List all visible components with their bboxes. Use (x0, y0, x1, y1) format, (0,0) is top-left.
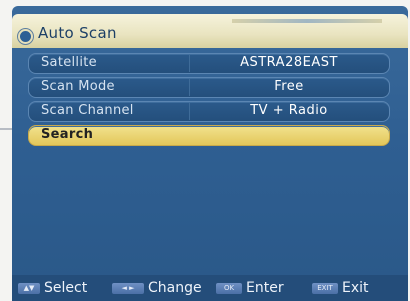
scan-mode-row[interactable]: Scan Mode Free (28, 77, 390, 98)
hint-enter: OK Enter (216, 279, 284, 297)
hint-exit: EXIT Exit (312, 279, 369, 297)
hint-exit-label: Exit (342, 280, 369, 296)
menu-bullet-icon (18, 29, 33, 44)
title-bar: Auto Scan (12, 14, 408, 48)
up-down-arrows-icon: ▲▼ (18, 282, 40, 294)
title-decoration (232, 19, 382, 23)
scan-channel-value[interactable]: TV + Radio (189, 103, 388, 120)
ok-key-icon: OK (216, 282, 242, 294)
hint-select: ▲▼ Select (18, 279, 87, 297)
hint-select-label: Select (44, 280, 88, 296)
tv-screen: Auto Scan Satellite ASTRA28EAST Scan Mod… (12, 6, 408, 301)
search-label: Search (41, 127, 94, 142)
scan-mode-label: Scan Mode (41, 79, 115, 94)
scan-mode-value[interactable]: Free (189, 79, 388, 96)
satellite-row[interactable]: Satellite ASTRA28EAST (28, 53, 390, 74)
left-right-arrows-icon: ◄ ► (112, 282, 144, 294)
hint-change-label: Change (148, 280, 202, 296)
scan-channel-row[interactable]: Scan Channel TV + Radio (28, 101, 390, 122)
search-row[interactable]: Search (28, 125, 390, 146)
exit-key-icon: EXIT (312, 282, 338, 294)
scan-channel-label: Scan Channel (41, 103, 134, 118)
hint-change: ◄ ► Change (112, 279, 202, 297)
footer-hints: ▲▼ Select ◄ ► Change OK Enter EXIT Exit (12, 275, 408, 301)
window-title: Auto Scan (38, 24, 117, 42)
satellite-label: Satellite (41, 55, 97, 70)
hint-enter-label: Enter (246, 280, 284, 296)
satellite-value[interactable]: ASTRA28EAST (189, 55, 388, 72)
